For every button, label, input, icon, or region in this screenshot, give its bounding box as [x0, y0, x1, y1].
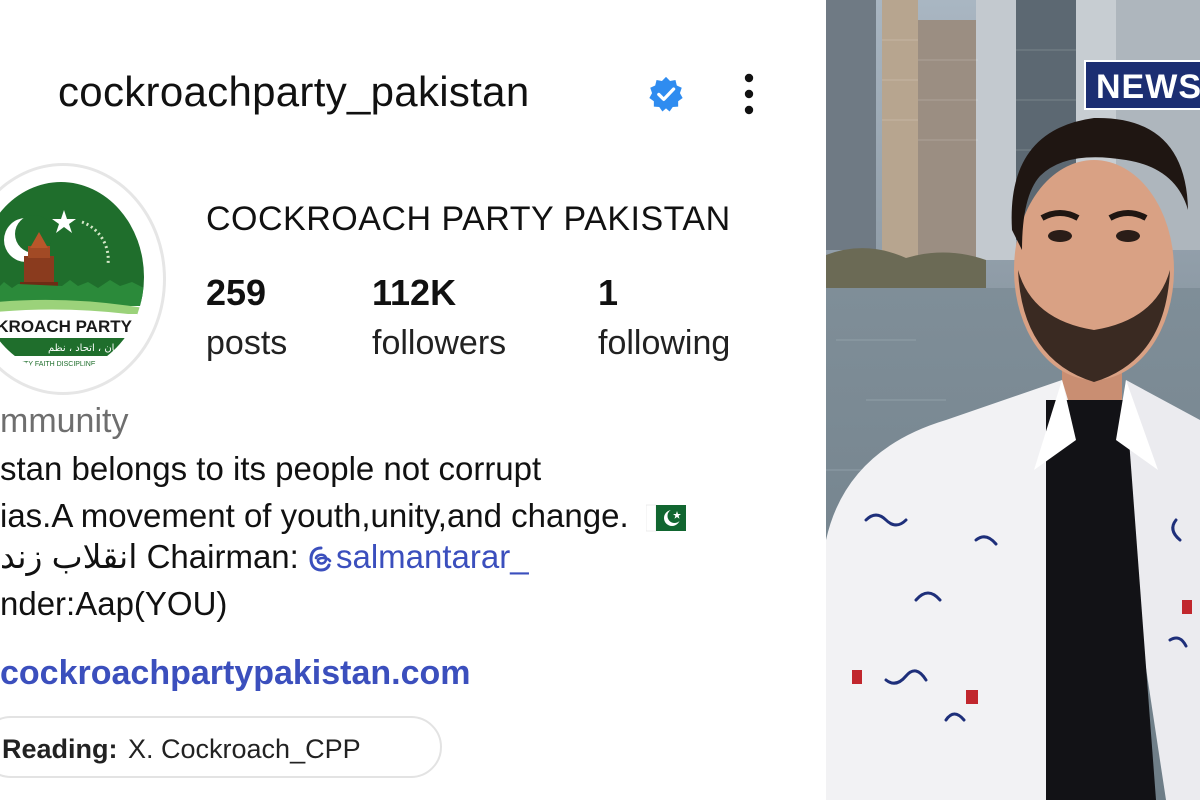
- stat-following[interactable]: 1 following: [598, 272, 730, 363]
- person-photo: NEWS: [826, 0, 1200, 800]
- bio-line-1: stan belongs to its people not corrupt: [0, 450, 542, 487]
- stat-followers-count: 112K: [372, 272, 457, 313]
- logo-name-text: CKROACH PARTY: [0, 317, 133, 336]
- stat-posts-label: posts: [206, 324, 288, 362]
- verified-badge-icon: [649, 76, 683, 112]
- bio-line-2-text: ias.A movement of youth,unity,and change…: [0, 497, 629, 534]
- profile-display-name: COCKROACH PARTY PAKISTAN: [206, 200, 731, 238]
- chairman-mention-text: salmantarar_: [335, 538, 529, 575]
- instagram-profile-panel: cockroachparty_pakistan KROACH PARTY ایم…: [0, 0, 826, 800]
- pakistan-flag-icon: [645, 505, 686, 532]
- reading-chip-value: X. Cockroach_CPP: [128, 734, 361, 764]
- news-badge: NEWS: [1084, 60, 1200, 110]
- stat-followers-label: followers: [372, 324, 507, 362]
- bio-line-3: انقلاب زند Chairman: salmantarar_: [0, 537, 529, 576]
- bio-line-3-text: انقلاب زند Chairman:: [0, 538, 308, 575]
- chairman-mention-link[interactable]: salmantarar_: [308, 538, 529, 575]
- reading-chip[interactable]: Reading: X. Cockroach_CPP: [0, 716, 442, 778]
- profile-category: mmunity: [0, 402, 129, 440]
- stat-following-label: following: [598, 324, 731, 362]
- profile-username: cockroachparty_pakistan: [58, 68, 530, 115]
- photo-scene: [826, 0, 1200, 800]
- stat-followers[interactable]: 112K followers: [372, 272, 506, 363]
- more-options-icon[interactable]: [738, 72, 760, 116]
- profile-website-link[interactable]: cockroachpartypakistan.com: [0, 654, 471, 693]
- stat-posts-count: 259: [206, 272, 267, 313]
- stat-posts[interactable]: 259 posts: [206, 272, 287, 363]
- bio-line-2: ias.A movement of youth,unity,and change…: [0, 497, 686, 535]
- reading-chip-label: Reading:: [2, 734, 118, 764]
- bio-line-4: nder:Aap(YOU): [0, 585, 228, 622]
- stat-following-count: 1: [598, 272, 619, 313]
- news-badge-text: NEWS: [1096, 68, 1200, 106]
- threads-icon: [309, 546, 332, 572]
